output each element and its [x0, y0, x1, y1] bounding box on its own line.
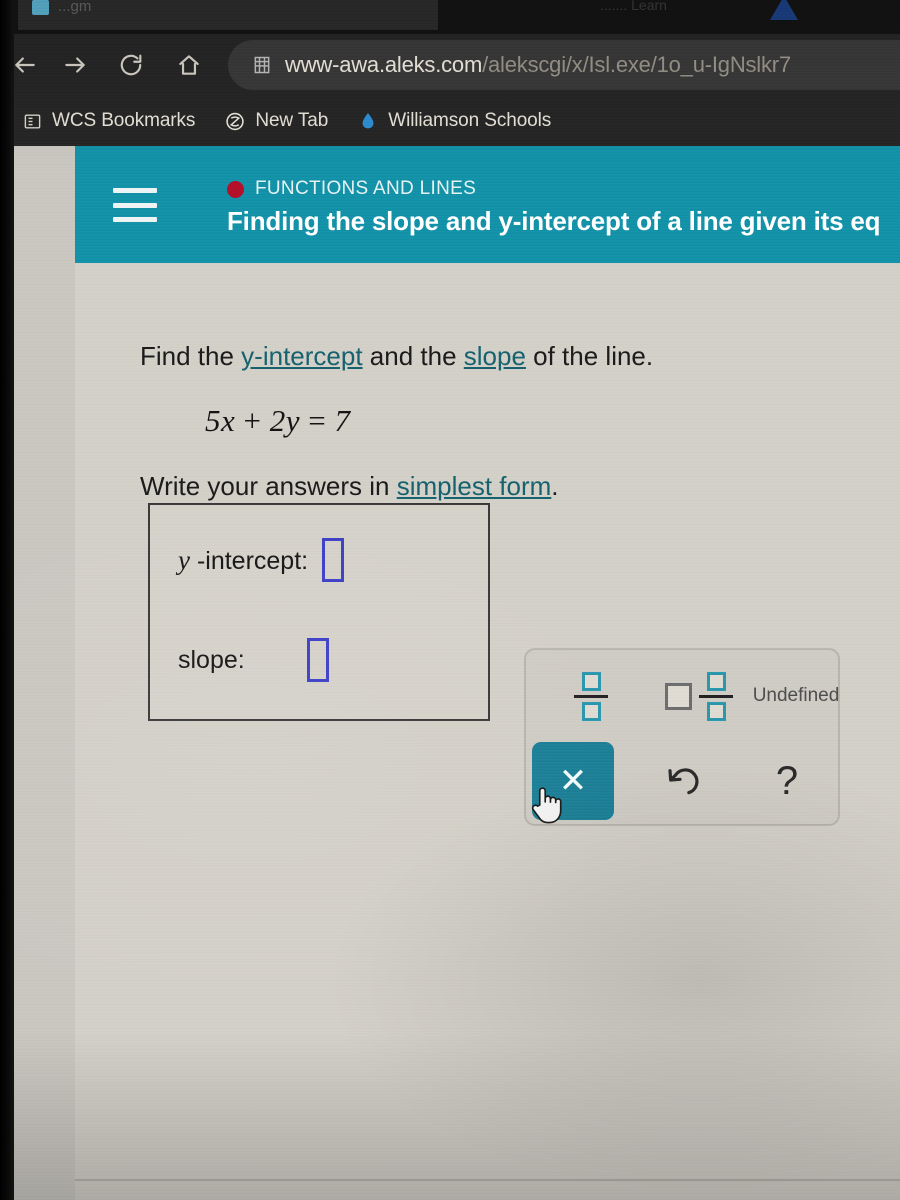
bookmark-new-tab[interactable]: New Tab — [213, 104, 340, 138]
newtab-icon — [225, 111, 245, 131]
url-host: www-awa.aleks.com — [285, 52, 483, 77]
bookmark-label: New Tab — [255, 110, 329, 131]
drop-icon — [358, 111, 378, 131]
link-slope[interactable]: slope — [464, 341, 526, 371]
undefined-label: Undefined — [752, 685, 840, 706]
content-divider — [75, 1179, 900, 1181]
home-icon[interactable] — [170, 46, 208, 84]
q1-pre: Find the — [140, 341, 242, 371]
q2-post: . — [551, 471, 559, 501]
pointing-hand-cursor — [528, 782, 562, 826]
topic-label: FUNCTIONS AND LINES — [255, 178, 477, 199]
tab-favicon — [32, 0, 49, 15]
q1-post: of the line. — [525, 341, 654, 371]
link-simplest-form[interactable]: simplest form — [397, 471, 552, 501]
answer-label-y-intercept: y -intercept: — [178, 545, 308, 576]
slope-input[interactable] — [306, 638, 329, 682]
screen-photo: ...gm ....... Learn www-awa.aleks.com/al… — [0, 0, 900, 1200]
tab-title-secondary: ....... Learn — [600, 0, 667, 13]
aleks-page: FUNCTIONS AND LINES Finding the slope an… — [0, 146, 900, 1200]
bookmark-label: WCS Bookmarks — [52, 110, 196, 131]
mixed-number-icon[interactable] — [652, 662, 746, 730]
url-path: /alekscgi/x/Isl.exe/1o_u-IgNslkr7 — [482, 52, 791, 77]
back-arrow-icon[interactable] — [6, 46, 44, 84]
tab-title: ...gm — [58, 0, 92, 15]
undo-arrow-icon[interactable] — [642, 742, 724, 820]
drive-triangle-icon — [770, 0, 798, 20]
question-line-2: Write your answers in simplest form. — [140, 471, 559, 502]
answer-row-y-intercept: y -intercept: — [178, 538, 345, 582]
page-left-margin — [0, 146, 75, 1200]
q1-mid: and the — [362, 341, 464, 371]
equation-rhs: 7 — [334, 403, 351, 438]
hamburger-icon[interactable] — [113, 188, 157, 222]
browser-tab-strip: ...gm ....... Learn — [0, 0, 900, 34]
question-line-1: Find the y-intercept and the slope of th… — [140, 341, 653, 372]
equation: 5x + 2y = 7 — [205, 403, 351, 439]
topic-status-dot — [227, 180, 244, 198]
bookmark-wcs-bookmarks[interactable]: WCS Bookmarks — [10, 104, 207, 138]
link-y-intercept[interactable]: y-intercept — [241, 341, 362, 371]
answer-row-slope: slope: — [178, 638, 329, 682]
browser-toolbar: www-awa.aleks.com/alekscgi/x/Isl.exe/1o_… — [0, 34, 900, 96]
bookmark-williamson-schools[interactable]: Williamson Schools — [346, 104, 563, 138]
help-button[interactable]: ? — [746, 742, 828, 820]
equation-plus: + — [243, 403, 262, 438]
answer-panel: y -intercept: slope: — [148, 503, 490, 721]
address-bar[interactable]: www-awa.aleks.com/alekscgi/x/Isl.exe/1o_… — [228, 40, 900, 90]
fraction-glyph — [574, 671, 608, 721]
q2-pre: Write your answers in — [140, 471, 397, 501]
label-rest-y: -intercept: — [196, 546, 309, 575]
equation-equals: = — [308, 403, 327, 438]
undefined-button[interactable]: Undefined — [752, 662, 840, 730]
answer-label-slope: slope: — [178, 645, 245, 674]
url-text: www-awa.aleks.com/alekscgi/x/Isl.exe/1o_… — [285, 52, 791, 78]
math-palette-bottom-row: ✕ ? — [526, 738, 842, 824]
label-italic-y: y — [178, 544, 190, 575]
reload-icon[interactable] — [112, 46, 150, 84]
fraction-icon[interactable] — [554, 662, 628, 730]
x-glyph: ✕ — [558, 762, 588, 800]
page-title: Finding the slope and y-intercept of a l… — [227, 206, 881, 236]
y-intercept-input[interactable] — [322, 538, 345, 582]
equation-lhs-a: 5x — [205, 403, 236, 438]
forward-arrow-icon[interactable] — [56, 46, 94, 84]
bookmarks-bar: WCS Bookmarks New Tab Williamson Schools — [0, 96, 900, 146]
folder-icon — [22, 111, 42, 131]
aleks-header: FUNCTIONS AND LINES Finding the slope an… — [75, 146, 900, 263]
math-palette-top-row: Undefined — [526, 650, 842, 738]
question-mark-glyph: ? — [775, 759, 799, 803]
topic-row: FUNCTIONS AND LINES — [227, 178, 476, 200]
building-icon — [252, 55, 272, 75]
math-palette: Undefined ✕ ? — [524, 648, 840, 826]
bookmark-label: Williamson Schools — [388, 110, 552, 131]
equation-lhs-b: 2y — [269, 403, 301, 438]
mixed-number-glyph — [665, 671, 733, 721]
